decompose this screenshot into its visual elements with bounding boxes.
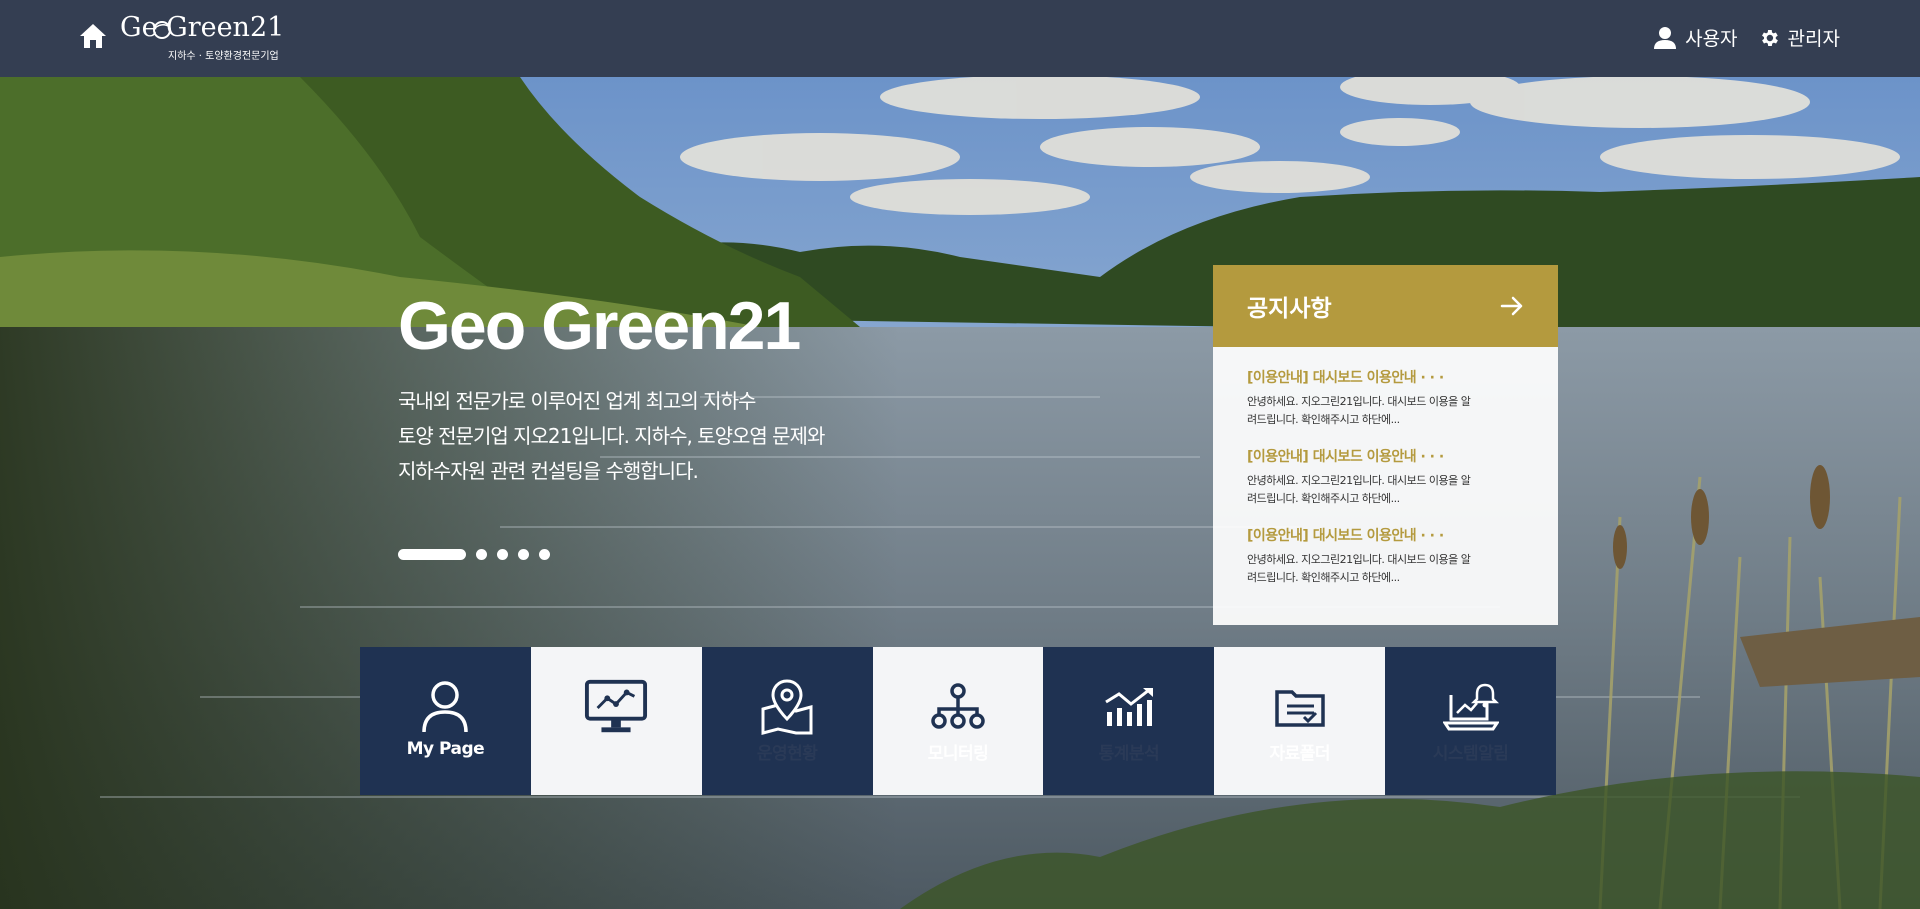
tile-label: 운영현황 xyxy=(756,744,818,764)
notice-item-text: 안녕하세요. 지오그린21입니다. 대시보드 이용을 알려드립니다. 확인해주시… xyxy=(1247,395,1471,426)
tile-label: 자료폴더 xyxy=(1269,744,1330,764)
slider-dot[interactable] xyxy=(539,549,550,560)
notice-item-title: [이용안내] 대시보드 이용안내 · · · xyxy=(1247,449,1444,465)
notice-title: 공지사항 xyxy=(1247,296,1332,322)
tile-operation-status[interactable]: 운영현황 xyxy=(701,647,873,795)
hero-section: Geo Green21 국내외 전문가로 이루어진 업계 최고의 지하수 토양 … xyxy=(0,77,1920,909)
hero-title: Geo Green21 xyxy=(398,288,801,364)
logo-globe-icon xyxy=(153,21,171,39)
slider-pagination xyxy=(398,549,550,560)
monitor-chart-icon xyxy=(584,677,648,737)
tile-data-folder[interactable]: 자료폴더 xyxy=(1214,647,1386,795)
user-link-label: 사용자 xyxy=(1685,28,1738,50)
hero-desc-line: 국내외 전문가로 이루어진 업계 최고의 지하수 xyxy=(398,389,756,413)
user-link[interactable]: 사용자 xyxy=(1653,24,1738,51)
tile-label: 통계분석 xyxy=(1098,744,1160,764)
tile-statistics[interactable]: 통계분석 xyxy=(1043,647,1215,795)
tile-label: 모니터링 xyxy=(927,744,989,764)
logo-subtitle: 지하수 · 토양환경전문기업 xyxy=(168,51,279,62)
hero-description: 국내외 전문가로 이루어진 업계 최고의 지하수 토양 전문기업 지오21입니다… xyxy=(398,384,898,489)
notice-item[interactable]: [이용안내] 대시보드 이용안내 · · · 안녕하세요. 지오그린21입니다.… xyxy=(1247,367,1524,429)
hero-desc-line: 토양 전문기업 지오21입니다. 지하수, 토양오염 문제와 xyxy=(398,424,825,448)
tile-monitoring[interactable]: 모니터링 xyxy=(872,647,1044,795)
notice-item-text: 안녕하세요. 지오그린21입니다. 대시보드 이용을 알려드립니다. 확인해주시… xyxy=(1247,474,1471,505)
slider-dot-active[interactable] xyxy=(398,549,466,560)
notice-header[interactable]: 공지사항 xyxy=(1213,265,1558,347)
notice-item-title: [이용안내] 대시보드 이용안내 · · · xyxy=(1247,528,1444,544)
network-icon xyxy=(926,677,990,737)
admin-link-label: 관리자 xyxy=(1787,28,1840,50)
tile-my-page[interactable]: My Page xyxy=(360,647,531,795)
top-header: Ge Green21 지하수 · 토양환경전문기업 사용자 관리자 xyxy=(0,0,1920,77)
map-pin-icon xyxy=(755,677,819,737)
notice-item[interactable]: [이용안내] 대시보드 이용안내 · · · 안녕하세요. 지오그린21입니다.… xyxy=(1247,525,1524,587)
user-icon xyxy=(413,677,477,737)
home-icon[interactable] xyxy=(78,22,108,52)
hero-desc-line: 지하수자원 관련 컨설팅을 수행합니다. xyxy=(398,459,699,483)
notice-item[interactable]: [이용안내] 대시보드 이용안내 · · · 안녕하세요. 지오그린21입니다.… xyxy=(1247,446,1524,508)
tile-label: 시스템알림 xyxy=(1432,744,1509,764)
notice-item-text: 안녕하세요. 지오그린21입니다. 대시보드 이용을 알려드립니다. 확인해주시… xyxy=(1247,553,1471,584)
logo[interactable]: Ge Green21 지하수 · 토양환경전문기업 xyxy=(118,12,284,64)
person-icon xyxy=(1654,26,1677,49)
slider-dot[interactable] xyxy=(497,549,508,560)
logo-text: Ge Green21 xyxy=(120,12,285,43)
slider-dot[interactable] xyxy=(518,549,529,560)
gear-icon xyxy=(1761,29,1778,46)
admin-link[interactable]: 관리자 xyxy=(1758,24,1840,51)
laptop-bell-icon xyxy=(1439,677,1503,737)
notice-list: [이용안내] 대시보드 이용안내 · · · 안녕하세요. 지오그린21입니다.… xyxy=(1213,347,1558,625)
folder-icon xyxy=(1268,677,1332,737)
notice-item-title: [이용안내] 대시보드 이용안내 · · · xyxy=(1247,370,1444,386)
menu-tiles: My Page 운영현황 모니터링 통계분석 자료폴더 시스템알림 xyxy=(360,647,1557,795)
hero-text-block: Geo Green21 국내외 전문가로 이루어진 업계 최고의 지하수 토양 … xyxy=(398,292,898,489)
notice-panel: 공지사항 [이용안내] 대시보드 이용안내 · · · 안녕하세요. 지오그린2… xyxy=(1213,265,1558,625)
arrow-right-icon[interactable] xyxy=(1500,296,1524,316)
tile-system-alerts[interactable]: 시스템알림 xyxy=(1385,647,1557,795)
tile-label: My Page xyxy=(406,739,485,759)
slider-dot[interactable] xyxy=(476,549,487,560)
trend-chart-icon xyxy=(1097,677,1161,737)
tile-dashboard[interactable] xyxy=(530,647,702,795)
